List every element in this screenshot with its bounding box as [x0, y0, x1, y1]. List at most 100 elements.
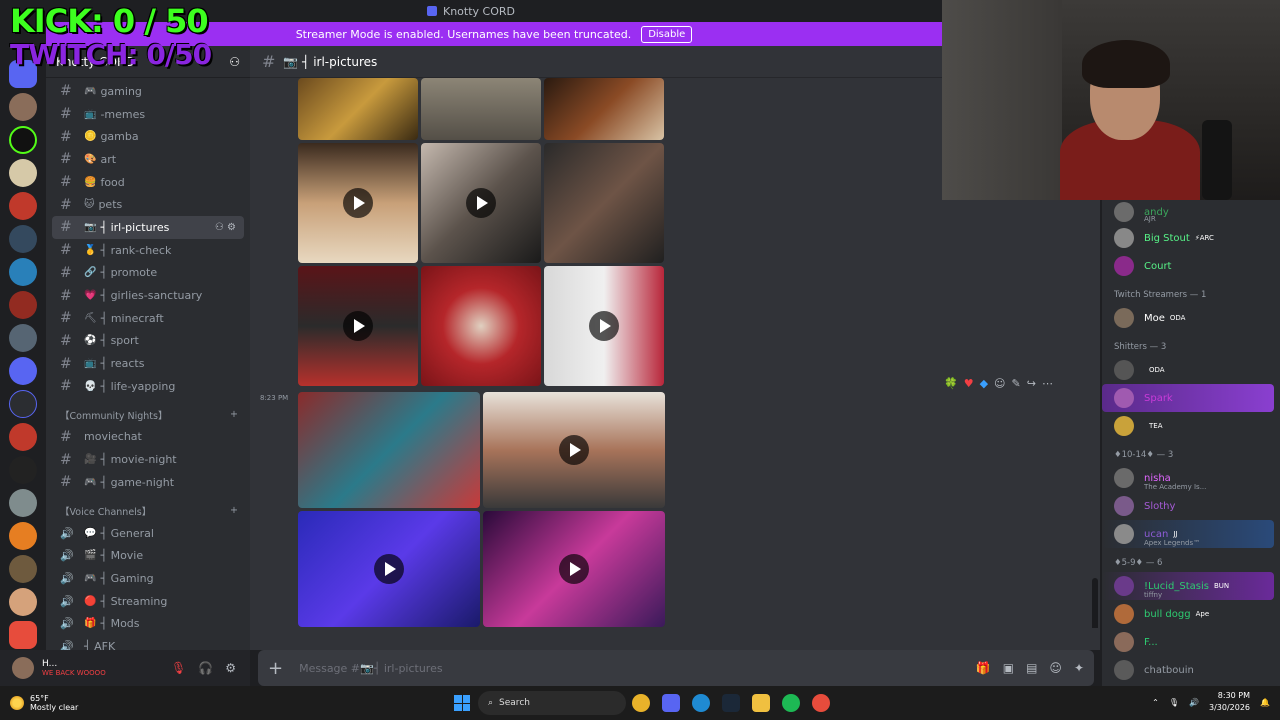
clock[interactable]: 8:30 PM 3/30/2026	[1209, 690, 1250, 714]
member-row[interactable]: Slothy	[1102, 492, 1280, 520]
video-attachment[interactable]	[483, 511, 665, 627]
video-attachment[interactable]	[298, 143, 418, 263]
add-member-icon[interactable]: ⚇	[229, 55, 240, 69]
member-row[interactable]: chatbouin	[1102, 656, 1280, 684]
image-attachment[interactable]	[298, 78, 418, 140]
start-icon[interactable]	[454, 695, 470, 711]
forward-icon[interactable]: ↪	[1027, 377, 1036, 390]
more-icon[interactable]: ⋯	[1042, 377, 1053, 390]
volume-icon[interactable]: 🔊	[1189, 698, 1199, 707]
image-attachment[interactable]	[298, 392, 480, 508]
channel-item[interactable]: # 🎨 art	[46, 148, 250, 171]
server-icon[interactable]	[9, 93, 37, 121]
channel-item[interactable]: # 💗 ┤ girlies-sanctuary	[46, 284, 250, 307]
channel-item[interactable]: # 🎥 ┤ movie-night	[46, 448, 250, 471]
chrome-icon[interactable]	[632, 694, 650, 712]
gear-icon[interactable]: ⚙	[225, 661, 236, 675]
message-input[interactable]: Message #📷┤ irl-pictures	[299, 662, 443, 675]
gift-icon[interactable]: 🎁	[976, 661, 991, 675]
scrollbar[interactable]	[1092, 578, 1098, 628]
voice-channel-item[interactable]: 🔊 🎬 ┤ Movie	[46, 544, 250, 567]
emoji-icon[interactable]: ☺	[994, 377, 1005, 390]
member-row[interactable]: Spark	[1102, 384, 1274, 412]
server-icon[interactable]	[9, 225, 37, 253]
add-attachment-icon[interactable]: +	[268, 658, 283, 679]
server-icon[interactable]	[9, 621, 37, 649]
channel-item[interactable]: # 🐱 pets	[46, 193, 250, 216]
voice-channel-item[interactable]: 🔊 ┤ AFK	[46, 635, 250, 650]
server-icon[interactable]	[9, 159, 37, 187]
folder-icon[interactable]	[752, 694, 770, 712]
add-channel-icon[interactable]: +	[230, 505, 238, 516]
notification-icon[interactable]: 🔔	[1260, 698, 1270, 707]
app-icon[interactable]	[812, 694, 830, 712]
play-icon[interactable]	[559, 435, 589, 465]
member-row[interactable]: F...	[1102, 628, 1280, 656]
emoji-icon[interactable]: ☺	[1049, 661, 1062, 675]
taskbar-search[interactable]: ⌕ Search	[478, 691, 626, 715]
mute-icon[interactable]: 🎙	[171, 661, 186, 675]
voice-channel-item[interactable]: 🔊 💬 ┤ General	[46, 522, 250, 545]
member-row[interactable]: andy AJR	[1102, 200, 1280, 224]
disable-button[interactable]: Disable	[641, 25, 693, 43]
video-attachment[interactable]	[298, 511, 480, 627]
voice-channel-item[interactable]: 🔊 🎁 ┤ Mods	[46, 612, 250, 635]
channel-item[interactable]: # ⛏ ┤ minecraft	[46, 307, 250, 330]
user-info[interactable]: H... WE BACK WOOOO	[42, 659, 106, 677]
server-icon[interactable]	[9, 258, 37, 286]
heart-icon[interactable]: ♥	[964, 377, 974, 390]
channel-item[interactable]: # moviechat	[46, 426, 250, 449]
category-community[interactable]: 【Community Nights】 +	[46, 404, 250, 426]
member-row[interactable]: TEA	[1102, 412, 1280, 440]
folder-icon[interactable]	[9, 390, 37, 418]
server-icon[interactable]	[9, 522, 37, 550]
kick-server-icon[interactable]	[9, 126, 37, 154]
server-icon[interactable]	[9, 555, 37, 583]
member-row[interactable]: !Lucid_Stasis BUN tiffny	[1102, 572, 1274, 600]
discord-icon[interactable]	[662, 694, 680, 712]
image-attachment[interactable]	[421, 266, 541, 386]
voice-channel-item[interactable]: 🔊 🎮 ┤ Gaming	[46, 567, 250, 590]
reaction-icon[interactable]: 🍀	[944, 377, 958, 390]
server-icon[interactable]	[9, 324, 37, 352]
video-attachment[interactable]	[483, 392, 665, 508]
avatar[interactable]	[12, 657, 34, 679]
play-icon[interactable]	[343, 188, 373, 218]
server-icon[interactable]	[9, 291, 37, 319]
channel-item[interactable]: # 💀 ┤ life-yapping	[46, 375, 250, 398]
channel-item[interactable]: # 🪙 gamba	[46, 125, 250, 148]
member-row[interactable]: Moe ODA	[1102, 304, 1280, 332]
channel-item-active[interactable]: # 📷 ┤ irl-pictures ⚇ ⚙	[52, 216, 244, 239]
chevron-up-icon[interactable]: ⌃	[1152, 698, 1159, 707]
member-row[interactable]: bull dogg Ape	[1102, 600, 1280, 628]
reaction-icon[interactable]: ◆	[980, 377, 988, 390]
video-attachment[interactable]	[544, 266, 664, 386]
channel-settings-icon[interactable]: ⚇ ⚙	[215, 222, 236, 233]
image-attachment[interactable]	[544, 143, 664, 263]
server-icon[interactable]	[9, 357, 37, 385]
channel-item[interactable]: # 🎮 gaming	[46, 80, 250, 103]
channel-item[interactable]: # 🎮 ┤ game-night	[46, 471, 250, 494]
channel-item[interactable]: # ⚽ ┤ sport	[46, 330, 250, 353]
member-row[interactable]: ODA	[1102, 356, 1280, 384]
message-composer[interactable]: + Message #📷┤ irl-pictures 🎁 ▣ ▤ ☺ ✦	[258, 650, 1094, 686]
image-attachment[interactable]	[544, 78, 664, 140]
channel-item[interactable]: # 📺 -memes	[46, 103, 250, 126]
add-channel-icon[interactable]: +	[230, 409, 238, 420]
voice-channel-item[interactable]: 🔊 🔴 ┤ Streaming	[46, 590, 250, 613]
play-icon[interactable]	[466, 188, 496, 218]
video-attachment[interactable]	[421, 143, 541, 263]
headphones-icon[interactable]: 🎧	[198, 661, 213, 675]
member-row[interactable]: Court	[1102, 252, 1280, 280]
member-row[interactable]: nisha The Academy Is...	[1102, 464, 1280, 492]
server-icon[interactable]	[9, 192, 37, 220]
steam-icon[interactable]	[722, 694, 740, 712]
server-icon[interactable]	[9, 588, 37, 616]
channel-item[interactable]: # 🥇 ┤ rank-check	[46, 239, 250, 262]
play-icon[interactable]	[374, 554, 404, 584]
play-icon[interactable]	[343, 311, 373, 341]
channel-item[interactable]: # 📺 ┤ reacts	[46, 352, 250, 375]
member-row[interactable]: ucan JJ Apex Legends™	[1102, 520, 1274, 548]
server-icon[interactable]	[9, 489, 37, 517]
channel-item[interactable]: # 🔗 ┤ promote	[46, 262, 250, 285]
